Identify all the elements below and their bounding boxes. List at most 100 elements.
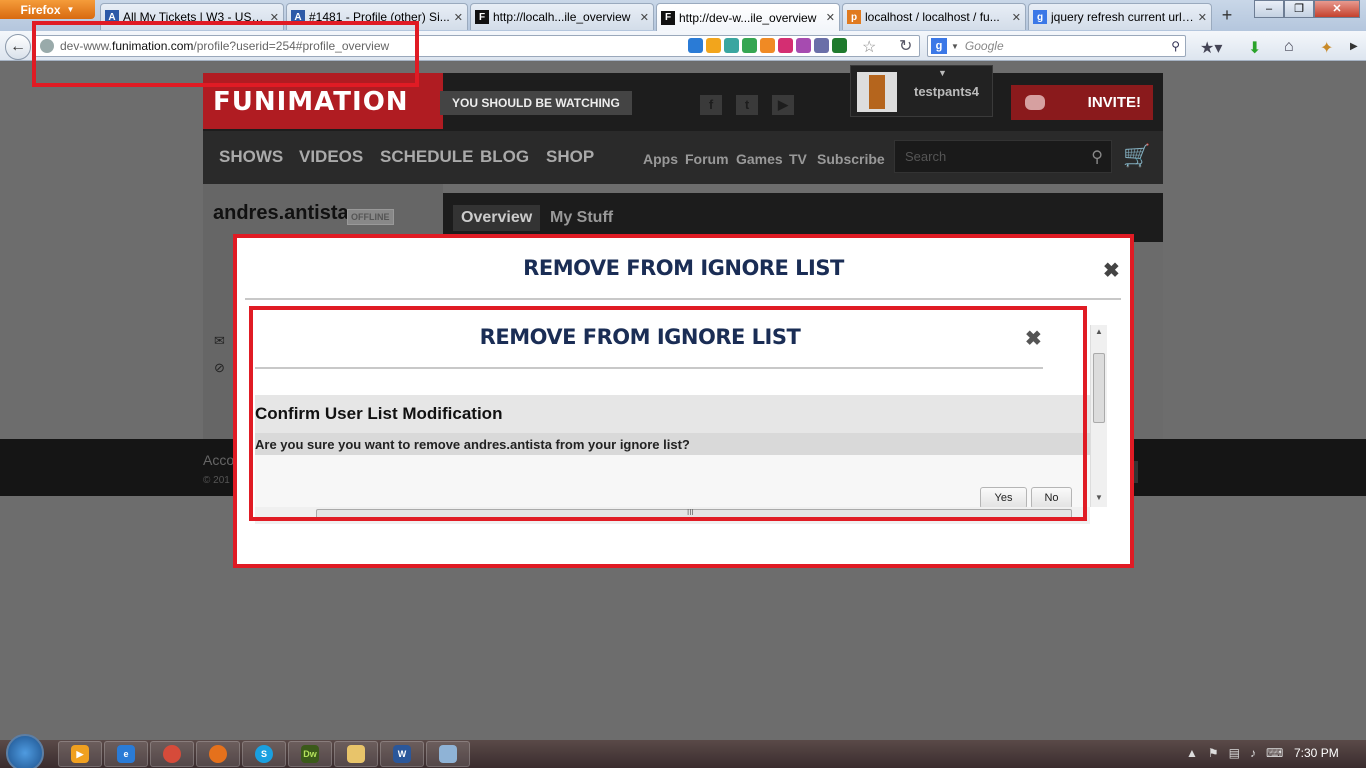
nav-subscribe[interactable]: Subscribe xyxy=(817,151,885,167)
tab-label: http://dev-w...ile_overview xyxy=(679,10,817,25)
logo-block[interactable]: FUNIMATION xyxy=(203,73,443,129)
url-text[interactable]: dev-www.funimation.com/profile?userid=25… xyxy=(60,39,389,53)
close-icon[interactable]: ✕ xyxy=(1198,11,1207,24)
overflow-icon[interactable]: ▶ xyxy=(1350,41,1358,52)
no-button[interactable]: No xyxy=(1031,487,1072,509)
bookmark-star-icon[interactable]: ☆ xyxy=(862,37,876,57)
nav-tv[interactable]: TV xyxy=(789,151,807,167)
vertical-scrollbar[interactable]: ▲ ▼ xyxy=(1090,325,1107,507)
close-icon[interactable]: ✖ xyxy=(1025,326,1042,351)
browser-tab[interactable]: A All My Tickets | W3 - USA... ✕ xyxy=(100,3,284,30)
clock[interactable]: 7:30 PM xyxy=(1294,746,1339,760)
firefox-menu-button[interactable]: Firefox ▼ xyxy=(0,0,95,19)
cart-icon[interactable]: 🛒 xyxy=(1123,143,1150,169)
taskbar-firefox[interactable] xyxy=(196,741,240,767)
divider xyxy=(245,298,1121,300)
tray-expand-icon[interactable]: ▲ xyxy=(1186,746,1198,760)
network-icon[interactable]: ▤ xyxy=(1229,746,1240,760)
nav-forum[interactable]: Forum xyxy=(685,151,729,167)
taskbar-explorer[interactable] xyxy=(334,741,378,767)
facebook-icon[interactable]: f xyxy=(700,95,722,115)
tab-overview[interactable]: Overview xyxy=(453,205,541,231)
new-tab-button[interactable]: + xyxy=(1216,5,1238,27)
close-icon[interactable]: ✕ xyxy=(454,11,463,24)
reload-icon[interactable]: ↻ xyxy=(899,36,912,56)
browser-tab-active[interactable]: F http://dev-w...ile_overview ✕ xyxy=(656,3,840,31)
back-button[interactable]: ← xyxy=(5,34,31,60)
action-center-icon[interactable]: ⚑ xyxy=(1208,746,1219,760)
minimize-button[interactable]: – xyxy=(1254,0,1284,18)
close-icon[interactable]: ✖ xyxy=(1103,258,1120,283)
maximize-button[interactable]: ❐ xyxy=(1284,0,1314,18)
taskbar-skype[interactable]: S xyxy=(242,741,286,767)
addon-icon[interactable] xyxy=(724,38,739,53)
volume-icon[interactable]: ♪ xyxy=(1250,746,1256,760)
site-header: FUNIMATION YOU SHOULD BE WATCHING f t ▶ … xyxy=(203,65,1163,131)
keyboard-icon[interactable]: ⌨ xyxy=(1266,746,1283,760)
extension-icon[interactable]: ✦ xyxy=(1320,38,1333,58)
browser-tab[interactable]: A #1481 - Profile (other) Si... ✕ xyxy=(286,3,468,30)
yes-button[interactable]: Yes xyxy=(980,487,1027,509)
nav-blog[interactable]: BLOG xyxy=(480,147,529,167)
home-icon[interactable]: ⌂ xyxy=(1284,38,1294,56)
scroll-thumb[interactable] xyxy=(1093,353,1105,423)
scroll-thumb[interactable]: III xyxy=(316,508,1072,521)
chevron-down-icon[interactable]: ▼ xyxy=(938,68,947,78)
tab-my-stuff[interactable]: My Stuff xyxy=(542,205,621,231)
close-icon[interactable]: ✕ xyxy=(826,11,835,24)
nav-games[interactable]: Games xyxy=(736,151,783,167)
addon-icon[interactable] xyxy=(706,38,721,53)
nav-apps[interactable]: Apps xyxy=(643,151,678,167)
taskbar-paint[interactable] xyxy=(426,741,470,767)
start-button[interactable] xyxy=(6,734,44,768)
taskbar-dreamweaver[interactable]: Dw xyxy=(288,741,332,767)
watching-badge[interactable]: YOU SHOULD BE WATCHING xyxy=(440,91,632,115)
nav-shop[interactable]: SHOP xyxy=(546,147,594,167)
taskbar-word[interactable]: W xyxy=(380,741,424,767)
search-icon[interactable]: ⚲ xyxy=(1171,39,1180,53)
invite-button[interactable]: INVITE! xyxy=(1011,85,1153,120)
download-icon[interactable]: ⬇ xyxy=(1248,38,1261,58)
xbox-icon[interactable] xyxy=(832,38,847,53)
search-bar[interactable]: g ▼ Google ⚲ xyxy=(927,35,1186,57)
mail-icon[interactable]: ✉ xyxy=(214,333,225,349)
search-input[interactable]: Google xyxy=(965,39,1004,53)
addon-icon[interactable] xyxy=(778,38,793,53)
taskbar-chrome[interactable] xyxy=(150,741,194,767)
firefox-icon xyxy=(209,745,227,763)
phpmyadmin-icon: p xyxy=(847,10,861,24)
browser-tab[interactable]: p localhost / localhost / fu... ✕ xyxy=(842,3,1026,30)
taskbar-ie[interactable]: e xyxy=(104,741,148,767)
status-badge: OFFLINE xyxy=(347,209,394,225)
browser-tab[interactable]: F http://localh...ile_overview ✕ xyxy=(470,3,654,30)
window-close-button[interactable]: ✕ xyxy=(1314,0,1360,18)
footer-link[interactable]: Acco xyxy=(203,452,234,468)
nav-videos[interactable]: VIDEOS xyxy=(299,147,363,167)
close-icon[interactable]: ✕ xyxy=(1012,11,1021,24)
chevron-down-icon[interactable]: ▼ xyxy=(951,42,959,51)
block-icon[interactable]: ⊘ xyxy=(214,360,225,376)
close-icon[interactable]: ✕ xyxy=(640,11,649,24)
browser-tab[interactable]: g jquery refresh current url ... ✕ xyxy=(1028,3,1212,30)
search-icon[interactable]: ⚲ xyxy=(1091,147,1103,167)
site-search[interactable]: Search ⚲ xyxy=(894,140,1112,173)
addon-icon[interactable] xyxy=(796,38,811,53)
taskbar-media-player[interactable]: ▶ xyxy=(58,741,102,767)
horizontal-scrollbar[interactable]: III xyxy=(255,507,1090,524)
profile-name: andres.antista xyxy=(213,202,349,224)
bookmarks-icon[interactable]: ★▾ xyxy=(1200,38,1222,58)
share-icon[interactable] xyxy=(742,38,757,53)
youtube-icon[interactable]: ▶ xyxy=(772,95,794,115)
user-menu[interactable]: ▼ testpants4 xyxy=(850,65,993,117)
browser-tab-bar: Firefox ▼ A All My Tickets | W3 - USA...… xyxy=(0,0,1366,31)
addon-icon[interactable] xyxy=(688,38,703,53)
addon-icon[interactable] xyxy=(760,38,775,53)
close-icon[interactable]: ✕ xyxy=(270,11,279,24)
site-search-input[interactable]: Search xyxy=(905,149,946,164)
twitter-icon[interactable]: t xyxy=(736,95,758,115)
nav-shows[interactable]: SHOWS xyxy=(219,147,283,167)
nav-schedule[interactable]: SCHEDULE xyxy=(380,147,474,167)
scroll-up-icon[interactable]: ▲ xyxy=(1095,327,1103,336)
scroll-down-icon[interactable]: ▼ xyxy=(1095,493,1103,502)
php-icon[interactable] xyxy=(814,38,829,53)
